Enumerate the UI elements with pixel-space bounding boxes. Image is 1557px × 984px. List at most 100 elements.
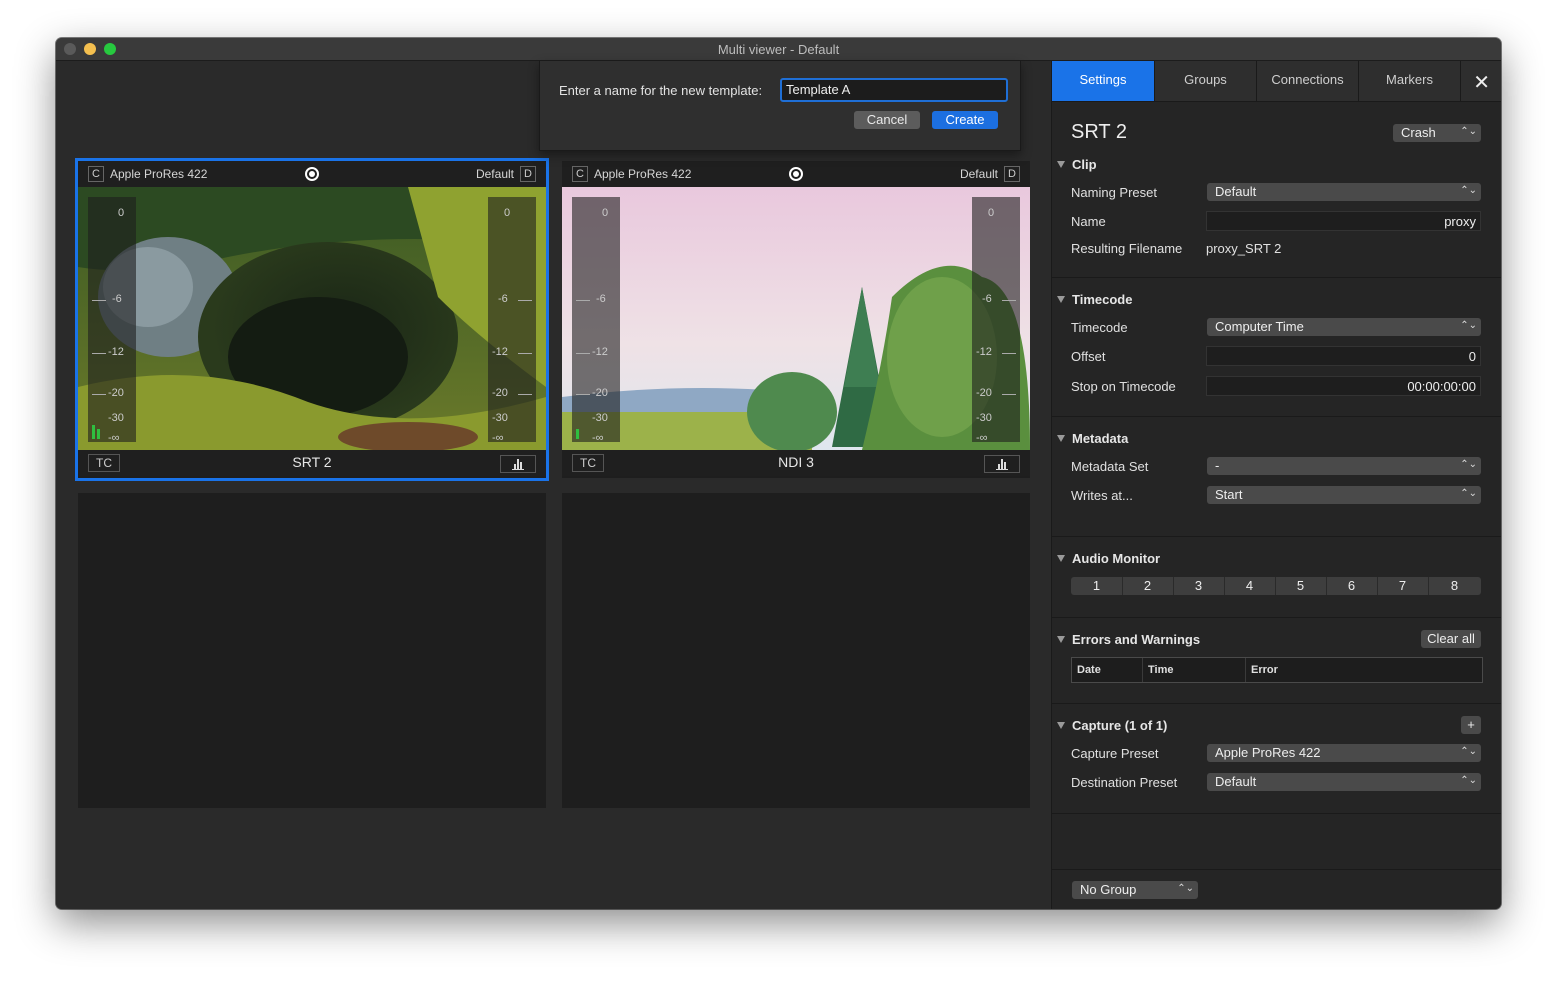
audio-channel-5[interactable]: 5 bbox=[1275, 577, 1327, 595]
viewer-pane-empty-2[interactable] bbox=[562, 493, 1030, 808]
naming-preset-popup[interactable]: Default ⌃⌄ bbox=[1207, 183, 1481, 201]
tab-connections[interactable]: Connections bbox=[1257, 61, 1359, 101]
audio-channel-1[interactable]: 1 bbox=[1071, 577, 1123, 595]
forest-scene-image bbox=[78, 187, 546, 450]
disclosure-icon bbox=[1057, 435, 1065, 442]
pane-bottom-bar: TC NDI 3 bbox=[562, 450, 1030, 476]
audio-channel-7[interactable]: 7 bbox=[1377, 577, 1429, 595]
tab-markers[interactable]: Markers bbox=[1359, 61, 1461, 101]
source-name: SRT 2 bbox=[292, 454, 332, 470]
video-preview: 0 -6 -12 -20 -30 -∞ 0 -6 -12 -20 -30 -∞ bbox=[562, 187, 1030, 450]
writes-at-popup[interactable]: Start ⌃⌄ bbox=[1207, 486, 1481, 504]
capture-preset-label: Capture Preset bbox=[1071, 746, 1159, 761]
offset-label: Offset bbox=[1071, 349, 1106, 364]
stop-on-timecode-label: Stop on Timecode bbox=[1071, 379, 1176, 394]
name-label: Name bbox=[1071, 214, 1106, 229]
updown-icon: ⌃⌄ bbox=[1177, 883, 1194, 894]
title-bar: Multi viewer - Default bbox=[56, 38, 1501, 61]
audio-levels-icon[interactable] bbox=[984, 455, 1020, 473]
disclosure-icon bbox=[1057, 555, 1065, 562]
section-metadata[interactable]: Metadata bbox=[1057, 431, 1128, 446]
tab-groups[interactable]: Groups bbox=[1155, 61, 1257, 101]
add-capture-button[interactable]: + bbox=[1461, 716, 1481, 734]
pane-top-bar: C Apple ProRes 422 Default D bbox=[562, 161, 1030, 187]
clear-all-button[interactable]: Clear all bbox=[1421, 630, 1481, 648]
audio-meter-right: 0 -6 -12 -20 -30 -∞ bbox=[972, 197, 1020, 444]
source-title: SRT 2 bbox=[1071, 121, 1127, 143]
inspector-tabs: Settings Groups Connections Markers ✕ bbox=[1052, 61, 1501, 102]
section-audio-monitor[interactable]: Audio Monitor bbox=[1057, 551, 1160, 566]
group-popup[interactable]: No Group ⌃⌄ bbox=[1072, 881, 1198, 899]
audio-channel-8[interactable]: 8 bbox=[1428, 577, 1481, 595]
disclosure-icon bbox=[1057, 722, 1065, 729]
inspector-panel: Settings Groups Connections Markers ✕ SR… bbox=[1051, 61, 1501, 909]
audio-channel-selector: 1 2 3 4 5 6 7 8 bbox=[1071, 577, 1481, 595]
resulting-filename-label: Resulting Filename bbox=[1071, 241, 1183, 256]
offset-field[interactable]: 0 bbox=[1206, 346, 1481, 366]
pane-bottom-bar: TC SRT 2 bbox=[78, 450, 546, 476]
capture-preset-popup[interactable]: Apple ProRes 422 ⌃⌄ bbox=[1207, 744, 1481, 762]
viewer-pane-empty-1[interactable] bbox=[78, 493, 546, 808]
disclosure-icon bbox=[1057, 636, 1065, 643]
mode-popup[interactable]: Crash ⌃⌄ bbox=[1393, 124, 1481, 142]
updown-icon: ⌃⌄ bbox=[1460, 746, 1477, 757]
viewer-pane-ndi3[interactable]: C Apple ProRes 422 Default D 0 -6 -12 -2… bbox=[562, 161, 1030, 478]
timecode-label: Timecode bbox=[1071, 320, 1128, 335]
viewer-area: C Apple ProRes 422 Default D 0 -6 -12 -2… bbox=[56, 61, 1050, 909]
create-button[interactable]: Create bbox=[932, 111, 998, 129]
updown-icon: ⌃⌄ bbox=[1460, 126, 1477, 137]
metadata-set-popup[interactable]: - ⌃⌄ bbox=[1207, 457, 1481, 475]
audio-channel-2[interactable]: 2 bbox=[1122, 577, 1174, 595]
record-icon[interactable] bbox=[305, 167, 319, 181]
timecode-popup[interactable]: Computer Time ⌃⌄ bbox=[1207, 318, 1481, 336]
name-field[interactable]: proxy bbox=[1206, 211, 1481, 231]
section-timecode[interactable]: Timecode bbox=[1057, 292, 1132, 307]
writes-at-label: Writes at... bbox=[1071, 488, 1133, 503]
updown-icon: ⌃⌄ bbox=[1460, 320, 1477, 331]
updown-icon: ⌃⌄ bbox=[1460, 488, 1477, 499]
video-preview: 0 -6 -12 -20 -30 -∞ 0 -6 -12 -20 -30 -∞ bbox=[78, 187, 546, 450]
cancel-button[interactable]: Cancel bbox=[854, 111, 920, 129]
new-template-dialog: Enter a name for the new template: Templ… bbox=[539, 61, 1021, 151]
viewer-pane-srt2[interactable]: C Apple ProRes 422 Default D 0 -6 -12 -2… bbox=[75, 158, 549, 481]
template-name-input[interactable]: Template A bbox=[780, 78, 1008, 102]
c-badge[interactable]: C bbox=[88, 166, 104, 182]
audio-meter-left: 0 -6 -12 -20 -30 -∞ bbox=[572, 197, 620, 444]
codec-label: Apple ProRes 422 bbox=[594, 167, 692, 181]
naming-preset-label: Naming Preset bbox=[1071, 185, 1157, 200]
pane-top-bar: C Apple ProRes 422 Default D bbox=[78, 161, 546, 187]
app-window: Multi viewer - Default C Apple ProRes 42… bbox=[56, 38, 1501, 909]
template-name-prompt: Enter a name for the new template: bbox=[559, 83, 763, 98]
codec-label: Apple ProRes 422 bbox=[110, 167, 208, 181]
preset-label: Default bbox=[475, 167, 514, 181]
d-badge[interactable]: D bbox=[1004, 166, 1020, 182]
d-badge[interactable]: D bbox=[520, 166, 536, 182]
column-date[interactable]: Date bbox=[1072, 658, 1143, 682]
audio-channel-4[interactable]: 4 bbox=[1224, 577, 1276, 595]
audio-levels-icon[interactable] bbox=[500, 455, 536, 473]
record-icon[interactable] bbox=[789, 167, 803, 181]
c-badge[interactable]: C bbox=[572, 166, 588, 182]
close-icon[interactable]: ✕ bbox=[1473, 70, 1490, 95]
tab-settings[interactable]: Settings bbox=[1052, 61, 1155, 101]
audio-channel-6[interactable]: 6 bbox=[1326, 577, 1378, 595]
landscape-scene-image bbox=[562, 187, 1030, 450]
metadata-set-label: Metadata Set bbox=[1071, 459, 1149, 474]
source-name: NDI 3 bbox=[778, 454, 814, 470]
section-clip[interactable]: Clip bbox=[1057, 157, 1097, 172]
column-error[interactable]: Error bbox=[1246, 658, 1482, 682]
column-time[interactable]: Time bbox=[1143, 658, 1246, 682]
updown-icon: ⌃⌄ bbox=[1460, 775, 1477, 786]
preset-label: Default bbox=[959, 167, 998, 181]
window-title: Multi viewer - Default bbox=[717, 42, 840, 57]
audio-channel-3[interactable]: 3 bbox=[1173, 577, 1225, 595]
audio-meter-left: 0 -6 -12 -20 -30 -∞ bbox=[88, 197, 136, 444]
destination-preset-popup[interactable]: Default ⌃⌄ bbox=[1207, 773, 1481, 791]
errors-table: Date Time Error bbox=[1071, 657, 1483, 683]
audio-meter-right: 0 -6 -12 -20 -30 -∞ bbox=[488, 197, 536, 444]
disclosure-icon bbox=[1057, 296, 1065, 303]
section-errors-warnings[interactable]: Errors and Warnings bbox=[1057, 632, 1200, 647]
stop-on-timecode-field[interactable]: 00:00:00:00 bbox=[1206, 376, 1481, 396]
updown-icon: ⌃⌄ bbox=[1460, 459, 1477, 470]
section-capture[interactable]: Capture (1 of 1) bbox=[1057, 718, 1167, 733]
